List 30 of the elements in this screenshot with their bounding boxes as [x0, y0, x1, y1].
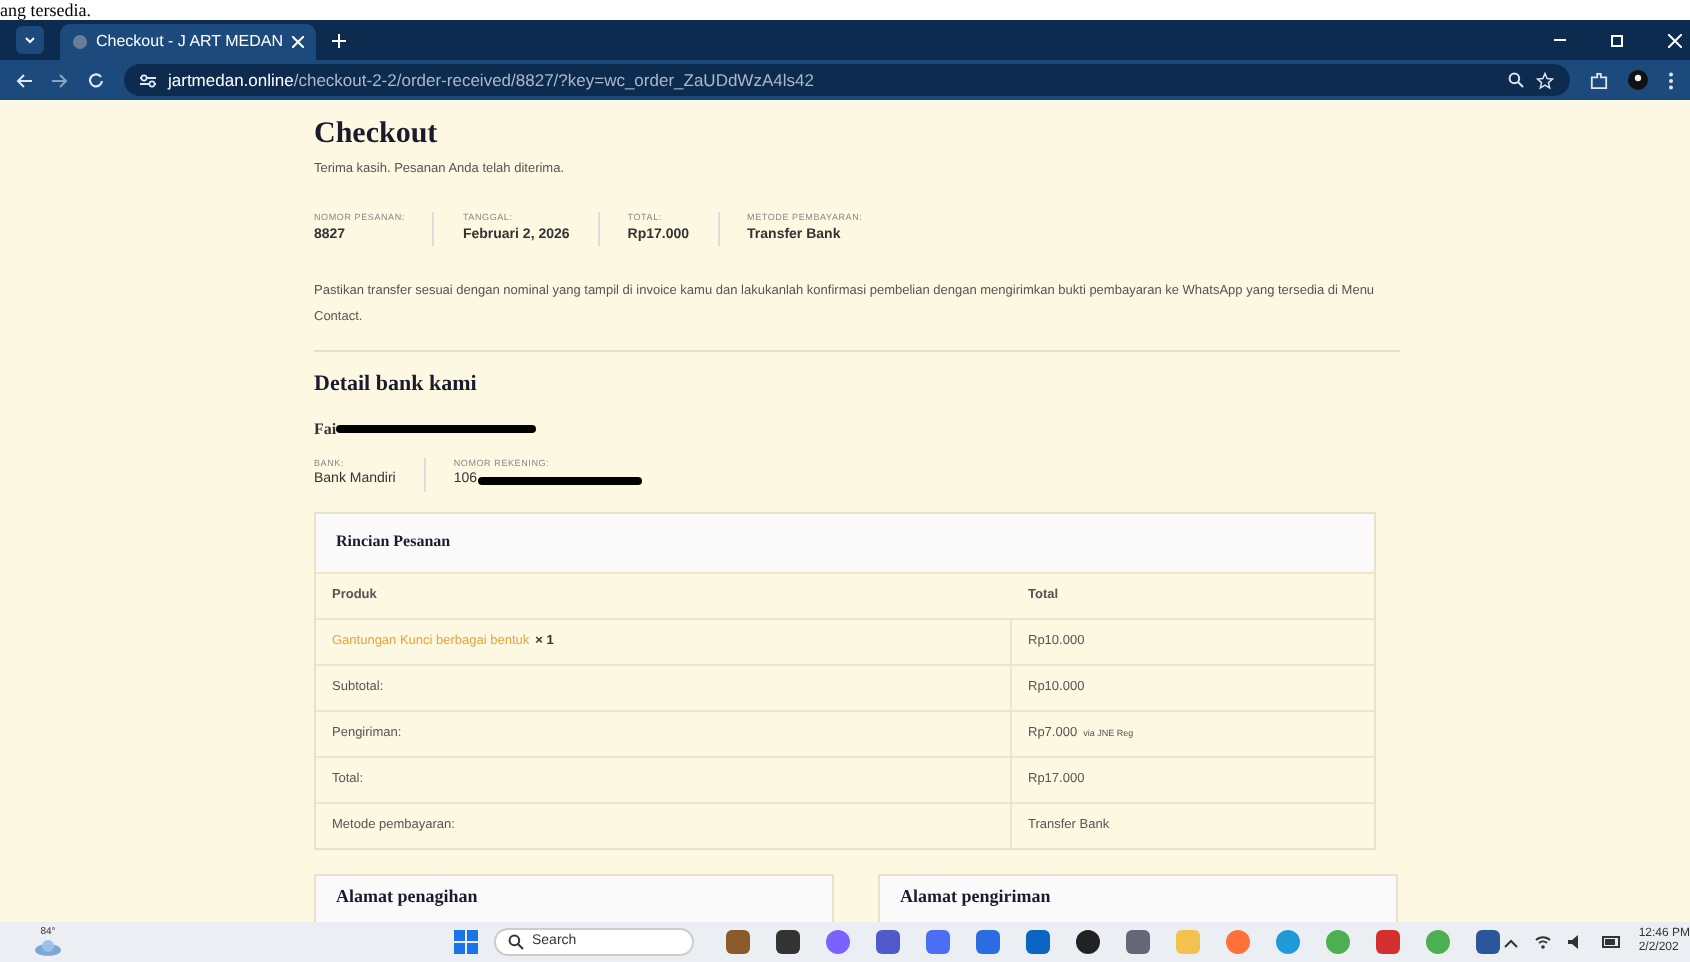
- star-icon[interactable]: [1536, 71, 1554, 89]
- address-bar[interactable]: jartmedan.online/checkout-2-2/order-received/8827/?key=wc_order_ZaUDdWzA4ls42: [124, 64, 1570, 96]
- site-settings-icon: [140, 73, 156, 87]
- profile-icon[interactable]: [1628, 70, 1648, 90]
- extensions-icon[interactable]: [1590, 71, 1608, 89]
- minimize-icon[interactable]: [1554, 38, 1566, 42]
- reload-icon[interactable]: [88, 72, 104, 88]
- tab-title: Checkout - J ART MEDAN: [96, 30, 284, 54]
- restore-button[interactable]: [1610, 33, 1624, 47]
- tab-list-button[interactable]: [16, 26, 44, 54]
- table-title: Rincian Pesanan: [336, 530, 451, 555]
- new-tab-icon[interactable]: [331, 33, 346, 47]
- close-tab-icon[interactable]: [291, 36, 304, 48]
- wifi-icon[interactable]: [1534, 934, 1553, 950]
- page-title: Checkout: [314, 116, 440, 152]
- menu-icon[interactable]: [1668, 71, 1674, 89]
- zoom-icon[interactable]: [1508, 72, 1524, 88]
- back-icon[interactable]: [16, 73, 32, 87]
- section-heading: Alamat penagihan: [336, 885, 478, 906]
- battery-icon[interactable]: [1602, 936, 1623, 948]
- search-icon: [508, 934, 524, 950]
- tray-chevron-icon[interactable]: [1504, 937, 1519, 947]
- close-icon[interactable]: [1668, 33, 1682, 47]
- section-heading: Alamat pengiriman: [900, 885, 1051, 906]
- account-name: Fai: [314, 417, 337, 441]
- browser-tab[interactable]: Checkout - J ART MEDAN: [60, 24, 316, 60]
- start-icon[interactable]: [454, 930, 478, 954]
- cut-off-text: ang tersedia.: [0, 0, 91, 20]
- section-heading: Detail bank kami: [314, 370, 479, 400]
- forward-icon[interactable]: [52, 73, 68, 87]
